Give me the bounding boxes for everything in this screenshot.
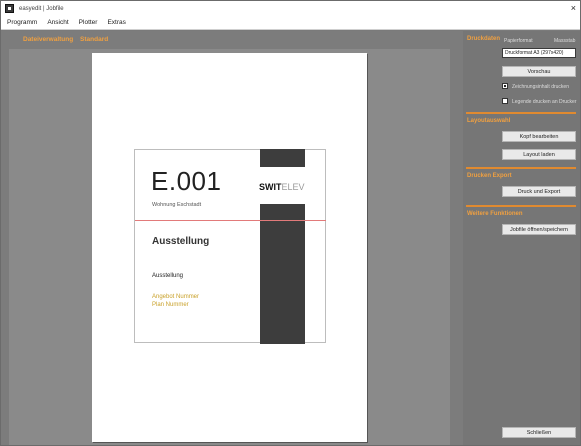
menu-plotter[interactable]: Plotter: [79, 19, 98, 26]
menu-ansicht[interactable]: Ansicht: [47, 19, 68, 26]
brand-bold: SWIT: [259, 182, 282, 192]
section-divider: [466, 205, 576, 207]
papierformat-label: Papierformat: [504, 38, 533, 44]
section-drucken-title: Drucken Export: [467, 173, 512, 179]
doc-tabs: Dateiverwaltung Standard: [23, 36, 113, 43]
tab-standard[interactable]: Standard: [80, 36, 108, 43]
brand-thin: ELEV: [281, 182, 305, 192]
close-icon[interactable]: ×: [571, 3, 576, 13]
brand-logo: SWITELEV: [259, 182, 305, 192]
layout-laden-button[interactable]: Layout laden: [502, 149, 576, 160]
window-title: easyedit | Jobfile: [19, 5, 64, 12]
menu-programm[interactable]: Programm: [7, 19, 37, 26]
drawing-subtitle: Wohnung Eschstadt: [152, 202, 202, 208]
menu-bar: Programm Ansicht Plotter Extras: [1, 16, 580, 30]
zeichnungsinhalt-label: Zeichnungsinhalt drucken: [512, 84, 569, 90]
schliessen-button[interactable]: Schließen: [502, 427, 576, 438]
section-layout-title: Layoutauswahl: [467, 118, 511, 124]
drawing-heading: Ausstellung: [152, 236, 210, 247]
format-select[interactable]: Druckformat A3 (297x420): [502, 48, 576, 58]
section-weitere-title: Weitere Funktionen: [467, 211, 523, 217]
legende-checkbox[interactable]: [502, 98, 508, 104]
druck-export-button[interactable]: Druck und Export: [502, 186, 576, 197]
drawing-info-line-2: Plan Nummer: [152, 302, 189, 308]
app-window: easyedit | Jobfile × Programm Ansicht Pl…: [0, 0, 581, 446]
vorschau-button[interactable]: Vorschau: [502, 66, 576, 77]
section-divider: [466, 112, 576, 114]
section-divider: [466, 167, 576, 169]
drawing-info-line-1: Angebot Nummer: [152, 294, 200, 300]
right-panel: [463, 31, 580, 445]
legende-label: Legende drucken an Drucker: [512, 99, 577, 105]
zeichnungsinhalt-checkbox[interactable]: [502, 83, 508, 89]
drawing-label: Ausstellung: [152, 273, 184, 279]
app-icon: [5, 4, 14, 13]
jobfile-button[interactable]: Jobfile öffnen/speichern: [502, 224, 576, 235]
menu-extras[interactable]: Extras: [107, 19, 125, 26]
section-druckdaten-title: Druckdaten: [467, 36, 501, 42]
separator-line: [135, 220, 326, 221]
kopf-bearbeiten-button[interactable]: Kopf bearbeiten: [502, 131, 576, 142]
drawing-number: E.001: [151, 166, 222, 196]
title-bar: easyedit | Jobfile ×: [1, 1, 580, 16]
tab-dateiverwaltung[interactable]: Dateiverwaltung: [23, 36, 73, 43]
massstab-label: Massstab: [554, 38, 576, 44]
